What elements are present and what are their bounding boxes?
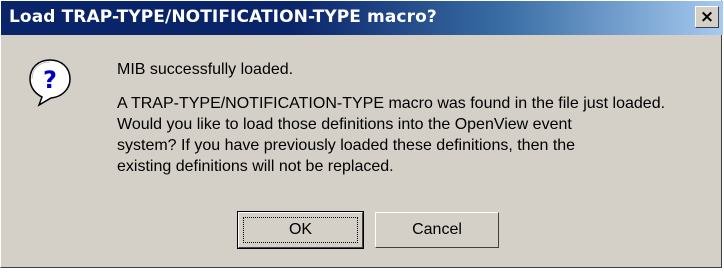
question-icon: ? (29, 59, 71, 107)
window-title: Load TRAP-TYPE/NOTIFICATION-TYPE macro? (9, 7, 437, 27)
close-icon: × (699, 6, 715, 27)
cancel-button[interactable]: Cancel (375, 212, 499, 248)
background-strip (0, 268, 724, 278)
message-line: Would you like to load those definitions… (117, 116, 572, 133)
question-glyph: ? (43, 66, 57, 94)
cancel-button-label: Cancel (412, 221, 462, 238)
dialog-window: Load TRAP-TYPE/NOTIFICATION-TYPE macro? … (0, 0, 723, 268)
message-primary: MIB successfully loaded. (117, 61, 294, 78)
message-line: A TRAP-TYPE/NOTIFICATION-TYPE macro was … (117, 95, 666, 112)
title-bar[interactable]: Load TRAP-TYPE/NOTIFICATION-TYPE macro? … (1, 1, 723, 35)
focus-rect (243, 217, 358, 243)
ok-button[interactable]: OK (237, 211, 364, 249)
close-button[interactable]: × (695, 6, 719, 28)
message-line: existing definitions will not be replace… (117, 158, 394, 175)
message-area: MIB successfully loaded. A TRAP-TYPE/NOT… (117, 59, 707, 177)
message-line: system? If you have previously loaded th… (117, 137, 576, 154)
